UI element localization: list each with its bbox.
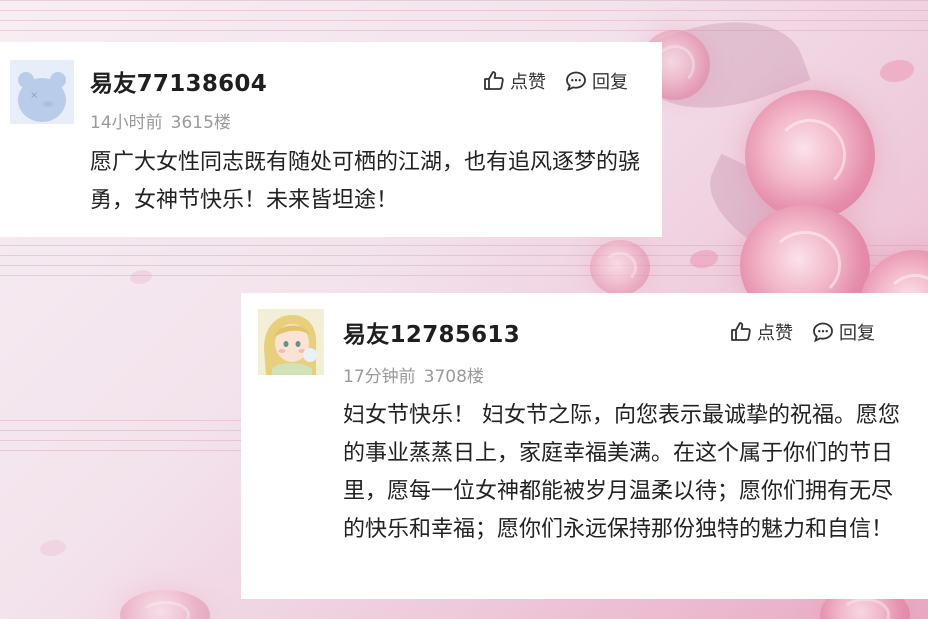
reply-button[interactable]: 回复 <box>811 319 875 345</box>
timestamp: 14小时前 <box>90 113 163 133</box>
petal-decoration <box>40 540 66 556</box>
comment-meta: 14小时前 3615楼 <box>90 108 231 133</box>
reply-label: 回复 <box>592 72 628 93</box>
like-button[interactable]: 点赞 <box>729 319 793 345</box>
comment-card: 易友12785613 17分钟前 3708楼 点赞 回复 妇女节快乐！ 妇女节之际… <box>241 293 928 599</box>
comment-text: 妇女节快乐！ 妇女节之际，向您表示最诚挚的祝福。愿您的事业蒸蒸日上，家庭幸福美满… <box>343 403 900 542</box>
comment-meta: 17分钟前 3708楼 <box>343 362 484 387</box>
timestamp: 17分钟前 <box>343 367 416 387</box>
rose-decoration <box>745 90 875 220</box>
username[interactable]: 易友12785613 <box>343 315 520 349</box>
floor-number: 3708楼 <box>423 367 484 387</box>
like-button[interactable]: 点赞 <box>482 68 546 94</box>
svg-text:×: × <box>30 90 38 101</box>
reply-bubble-icon <box>566 71 586 92</box>
reply-label: 回复 <box>839 323 875 344</box>
petal-decoration <box>880 60 914 82</box>
thumbs-up-icon <box>484 71 504 90</box>
like-label: 点赞 <box>757 323 793 344</box>
bear-avatar-icon[interactable]: × <box>10 60 74 124</box>
reply-bubble-icon <box>813 322 833 343</box>
rose-decoration <box>120 590 210 619</box>
rose-decoration <box>590 240 650 295</box>
username[interactable]: 易友77138604 <box>90 64 267 98</box>
girl-avatar-icon[interactable] <box>258 309 324 375</box>
comment-actions: 点赞 回复 <box>729 319 875 345</box>
comment-card: × 易友77138604 14小时前 3615楼 点赞 回复 愿广大女性同志既有随… <box>0 42 662 237</box>
floor-number: 3615楼 <box>170 113 231 133</box>
comment-text: 愿广大女性同志既有随处可栖的江湖，也有追风逐梦的骁勇，女神节快乐！未来皆坦途！ <box>90 150 641 213</box>
music-staff-decoration <box>0 0 928 40</box>
comment-actions: 点赞 回复 <box>482 68 628 94</box>
like-label: 点赞 <box>510 72 546 93</box>
thumbs-up-icon <box>731 322 751 341</box>
reply-button[interactable]: 回复 <box>564 68 628 94</box>
